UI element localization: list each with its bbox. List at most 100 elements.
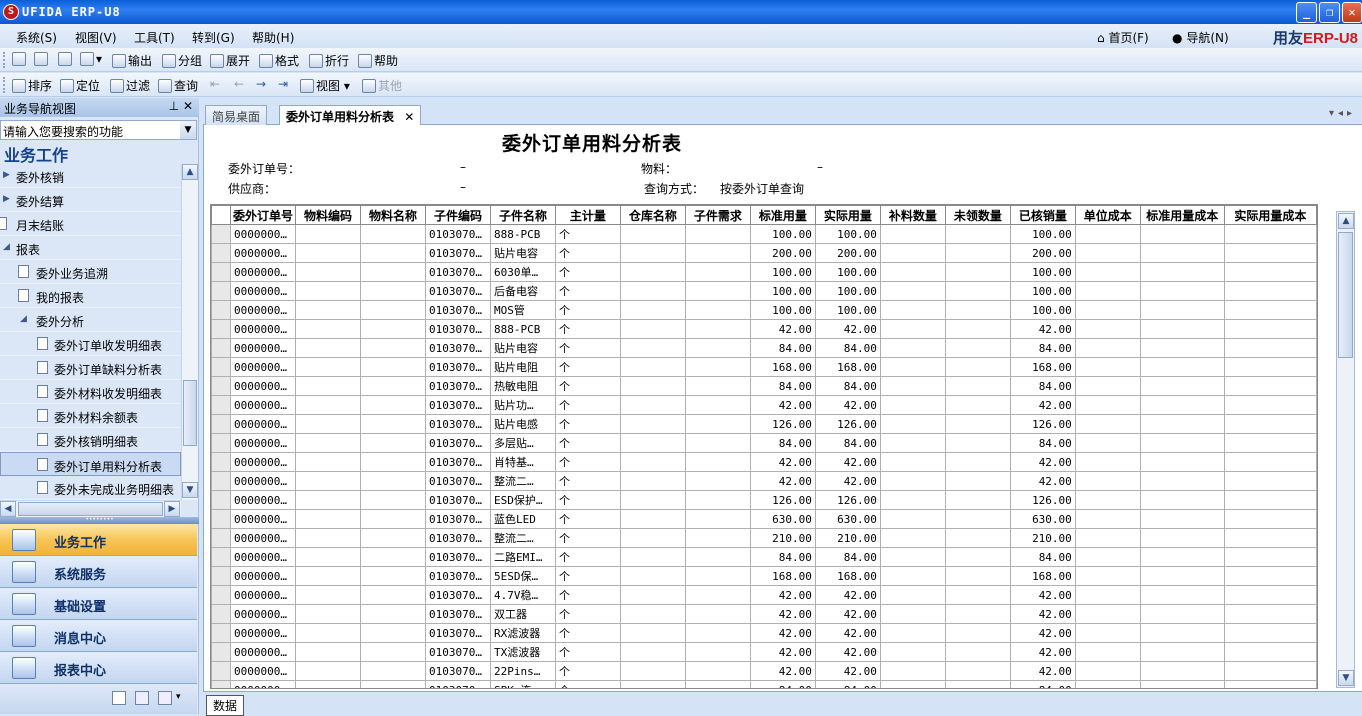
row-selector[interactable] [211, 243, 231, 263]
save-button[interactable] [58, 52, 74, 66]
nav-link[interactable]: ● 导航(N) [1172, 29, 1229, 46]
table-cell[interactable]: 22Pins… [489, 661, 556, 681]
table-cell[interactable] [944, 642, 1011, 662]
table-cell[interactable] [295, 623, 361, 643]
table-cell[interactable] [944, 433, 1011, 453]
table-cell[interactable]: 个 [554, 376, 621, 396]
row-selector[interactable] [211, 661, 231, 681]
table-cell[interactable] [619, 528, 686, 548]
table-cell[interactable]: 0000000… [229, 281, 297, 301]
print-button[interactable] [12, 52, 28, 66]
table-cell[interactable]: 0000000… [229, 661, 297, 681]
table-cell[interactable] [1139, 376, 1225, 396]
table-cell[interactable]: 0103070… [424, 509, 491, 529]
table-cell[interactable] [619, 604, 686, 624]
table-cell[interactable] [1223, 509, 1317, 529]
tree-item-my-reports[interactable]: 我的报表 [0, 284, 181, 308]
table-cell[interactable]: 0103070… [424, 547, 491, 567]
table-cell[interactable]: 0103070… [424, 642, 491, 662]
table-cell[interactable] [619, 471, 686, 491]
table-cell[interactable] [359, 395, 426, 415]
table-cell[interactable]: 42.00 [749, 661, 816, 681]
close-button[interactable]: ✕ [1342, 2, 1362, 23]
row-selector[interactable] [211, 471, 231, 491]
tree-item-writeoff-detail[interactable]: 委外核销明细表 [0, 428, 181, 452]
table-cell[interactable] [295, 452, 361, 472]
table-cell[interactable] [684, 528, 751, 548]
table-cell[interactable] [1139, 300, 1225, 320]
table-cell[interactable]: 210.00 [1009, 528, 1076, 548]
table-cell[interactable] [1139, 680, 1225, 688]
menu-tools[interactable]: 工具(T) [134, 29, 175, 46]
table-cell[interactable] [1074, 547, 1141, 567]
table-row[interactable]: 0000000…0103070…SPK 连…个84.0084.0084.00 [211, 680, 1317, 688]
expand-button[interactable]: 展开 [210, 52, 250, 69]
table-cell[interactable] [359, 300, 426, 320]
table-cell[interactable]: 5ESD保… [489, 566, 556, 586]
table-cell[interactable] [619, 509, 686, 529]
table-cell[interactable] [1139, 262, 1225, 282]
view-button[interactable]: 视图 ▾ [300, 77, 350, 94]
table-cell[interactable]: 6030单… [489, 262, 556, 282]
row-selector[interactable] [211, 414, 231, 434]
scroll-up-icon[interactable]: ▲ [1338, 213, 1354, 229]
table-row[interactable]: 0000000… 0103070… ESD保护… 个 126.00 126.00 126.0… [211, 490, 1317, 510]
table-cell[interactable]: 84.00 [814, 338, 881, 358]
table-cell[interactable]: 100.00 [749, 224, 816, 244]
table-cell[interactable] [1139, 490, 1225, 510]
table-cell[interactable] [1223, 585, 1317, 605]
row-selector[interactable] [211, 281, 231, 301]
row-selector[interactable] [211, 338, 231, 358]
table-cell[interactable] [684, 243, 751, 263]
row-selector[interactable] [211, 509, 231, 529]
table-cell[interactable] [1074, 623, 1141, 643]
locate-button[interactable]: 定位 [60, 77, 100, 94]
table-cell[interactable]: 个 [554, 319, 621, 339]
nav-message-center[interactable]: 消息中心 [0, 620, 197, 652]
table-row[interactable]: 0000000… 0103070… 双工器个 42.00 42.00 42.00 [211, 604, 1317, 624]
column-header[interactable]: 实际用量成本 [1223, 205, 1317, 225]
table-cell[interactable] [944, 604, 1011, 624]
table-cell[interactable] [1223, 338, 1317, 358]
table-cell[interactable]: 0103070… [424, 528, 491, 548]
table-cell[interactable]: 42.00 [749, 319, 816, 339]
table-cell[interactable] [879, 471, 946, 491]
table-cell[interactable] [1074, 319, 1141, 339]
table-cell[interactable] [684, 224, 751, 244]
table-cell[interactable]: 肖特基… [489, 452, 556, 472]
chevron-down-icon[interactable]: ▼ [180, 121, 196, 139]
table-cell[interactable] [944, 243, 1011, 263]
table-cell[interactable]: 后备电容 [489, 281, 556, 301]
table-cell[interactable]: 0103070… [424, 414, 491, 434]
table-cell[interactable]: 0103070… [424, 243, 491, 263]
tree-item-trace[interactable]: 委外业务追溯 [0, 260, 181, 284]
scroll-right-icon[interactable]: ▶ [164, 501, 180, 517]
grid-vscrollbar[interactable]: ▲ ▼ [1336, 211, 1355, 688]
table-cell[interactable] [684, 376, 751, 396]
table-cell[interactable]: 个 [554, 262, 621, 282]
table-cell[interactable] [1223, 661, 1317, 681]
table-cell[interactable]: 贴片电感 [489, 414, 556, 434]
table-row[interactable]: 0000000… 0103070… MOS管个 100.00 100.00 100.00 [211, 300, 1317, 320]
table-cell[interactable]: 200.00 [1009, 243, 1076, 263]
table-row[interactable]: 0000000… 0103070… 贴片电容个 84.00 84.00 84.00 [211, 338, 1317, 358]
table-cell[interactable]: 42.00 [1009, 395, 1076, 415]
menu-goto[interactable]: 转到(G) [192, 29, 235, 46]
table-cell[interactable] [944, 680, 1011, 688]
table-cell[interactable] [295, 357, 361, 377]
table-cell[interactable]: 42.00 [814, 604, 881, 624]
table-cell[interactable]: 0000000… [229, 642, 297, 662]
table-cell[interactable] [944, 300, 1011, 320]
table-cell[interactable]: 个 [554, 300, 621, 320]
table-cell[interactable] [619, 243, 686, 263]
next-page-button[interactable]: → [256, 77, 266, 91]
column-header[interactable]: 实际用量 [814, 205, 881, 225]
table-cell[interactable] [359, 281, 426, 301]
table-cell[interactable]: 0000000… [229, 528, 297, 548]
table-cell[interactable] [359, 262, 426, 282]
table-cell[interactable]: 42.00 [814, 623, 881, 643]
table-cell[interactable]: 126.00 [1009, 414, 1076, 434]
table-cell[interactable] [1074, 338, 1141, 358]
table-cell[interactable] [944, 509, 1011, 529]
table-cell[interactable] [1139, 319, 1225, 339]
